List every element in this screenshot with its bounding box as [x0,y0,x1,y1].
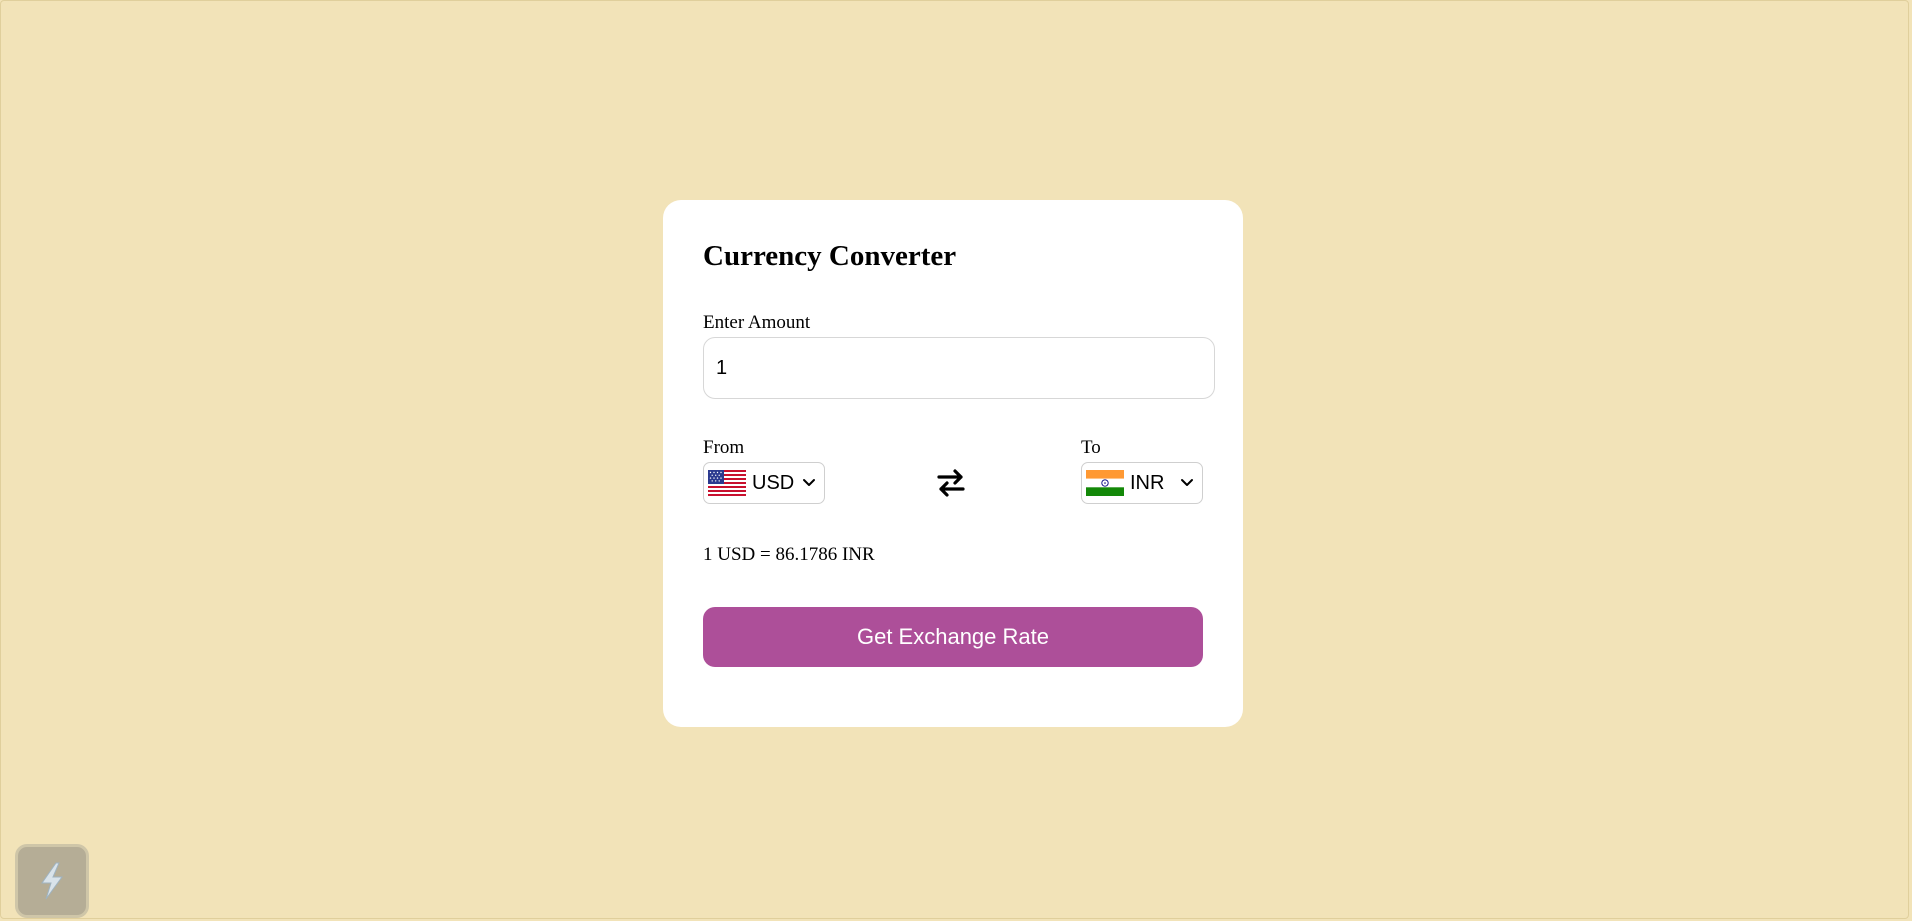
floating-widget-button[interactable] [15,844,89,918]
swap-arrows-icon [937,469,965,497]
india-flag-icon [1086,470,1124,496]
from-currency-select[interactable]: USD [703,462,825,504]
converter-card: Currency Converter Enter Amount From USD [663,200,1243,727]
swap-currencies-button[interactable] [933,464,969,502]
page-title: Currency Converter [703,240,957,272]
get-exchange-rate-button[interactable]: Get Exchange Rate [703,607,1203,667]
amount-label: Enter Amount [703,312,811,333]
exchange-rate-result: 1 USD = 86.1786 INR [703,544,875,565]
lightning-bolt-icon [41,862,63,900]
to-currency-select[interactable]: INR [1081,462,1203,504]
amount-input[interactable] [703,337,1215,399]
chevron-down-icon [1181,479,1193,486]
us-flag-icon [708,470,746,496]
chevron-down-icon [803,479,815,486]
from-label: From [703,437,745,458]
to-label: To [1081,437,1101,458]
to-currency-code: INR [1130,472,1165,494]
from-currency-code: USD [752,472,795,494]
